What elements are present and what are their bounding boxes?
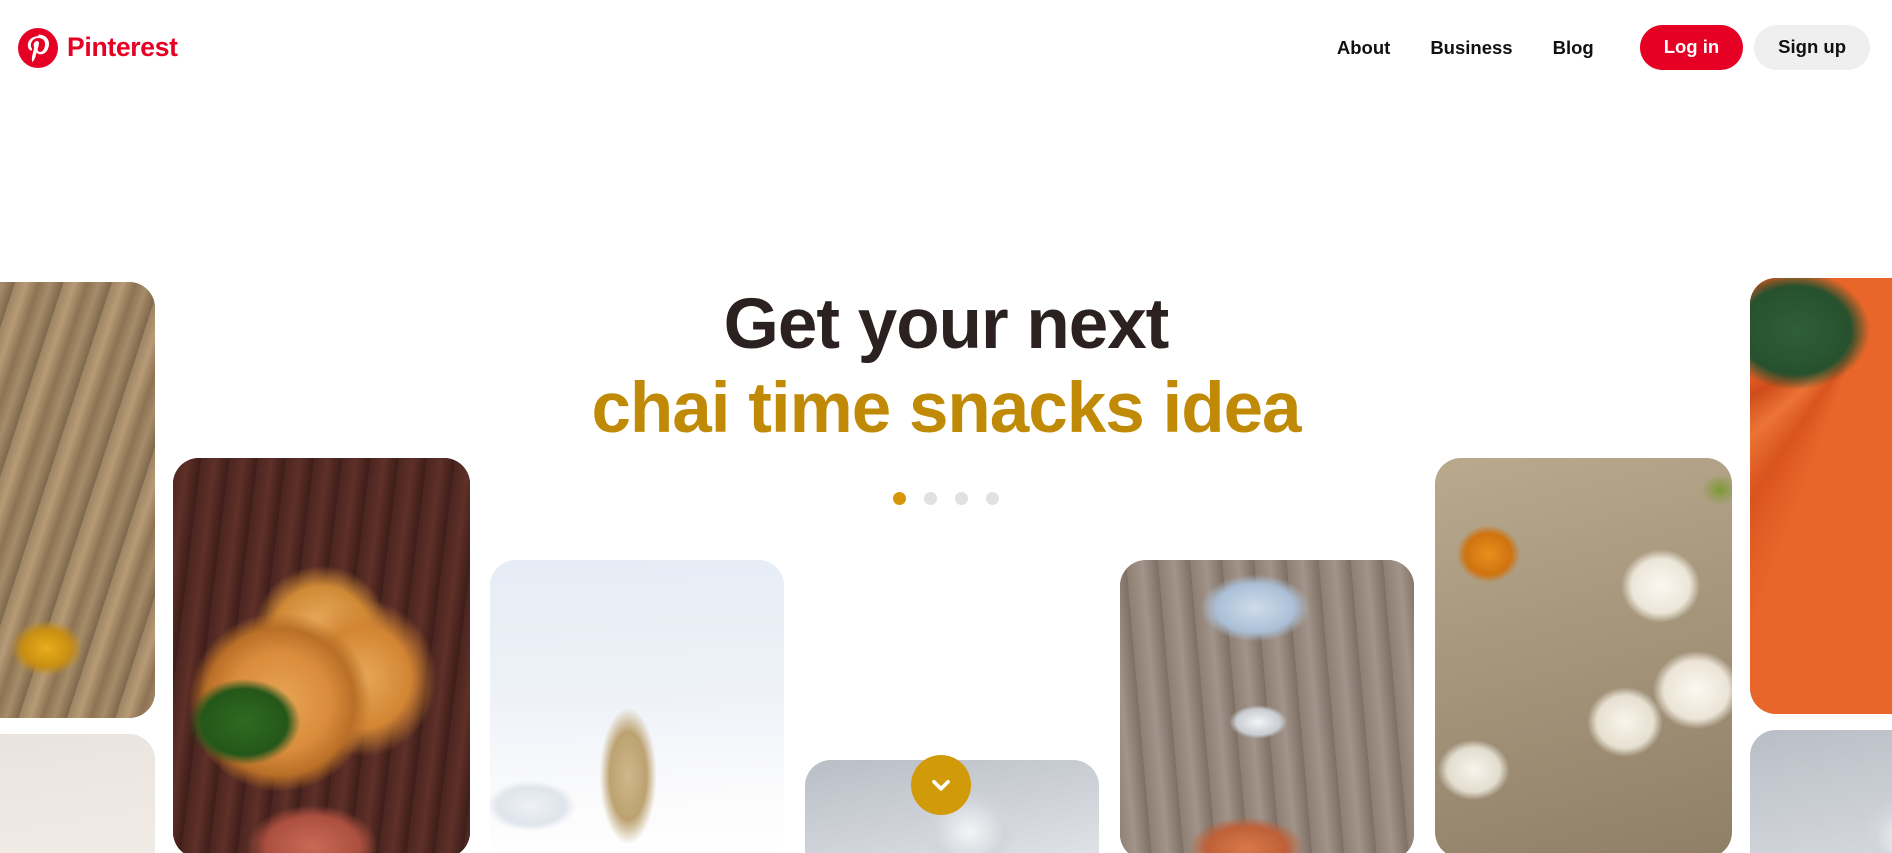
primary-nav: About Business Blog Log in Sign up xyxy=(1317,25,1870,70)
brand-wordmark: Pinterest xyxy=(67,32,178,63)
spoon-artwork xyxy=(1120,560,1414,853)
pinterest-logo-icon xyxy=(18,27,58,68)
hero-copy: Get your next chai time snacks idea xyxy=(396,285,1496,506)
carousel-dot-3[interactable] xyxy=(955,492,968,506)
idli-artwork xyxy=(1435,458,1732,853)
hero-headline-line2: chai time snacks idea xyxy=(591,368,1301,448)
tile-spoon-on-tray[interactable] xyxy=(1120,560,1414,853)
hero-section: Get your next chai time snacks idea xyxy=(0,0,1892,853)
tile-metal-grater[interactable] xyxy=(1750,730,1892,853)
hero-headline-line1: Get your next xyxy=(723,285,1170,364)
tile-chai-latte-on-wood[interactable] xyxy=(0,282,155,718)
granola-artwork xyxy=(490,560,784,853)
chevron-down-icon xyxy=(928,772,954,798)
bread-artwork xyxy=(0,734,155,853)
tile-samosa-with-chutney[interactable] xyxy=(173,458,470,853)
carousel-dot-2[interactable] xyxy=(924,492,937,506)
tile-idli-with-sambar[interactable] xyxy=(1435,458,1732,853)
tile-bread-pale-closeup[interactable] xyxy=(0,734,155,853)
nav-link-blog[interactable]: Blog xyxy=(1533,27,1614,69)
chai-latte-artwork xyxy=(0,282,155,718)
signup-button[interactable]: Sign up xyxy=(1754,25,1870,70)
carousel-dot-1[interactable] xyxy=(893,492,906,506)
grater-artwork xyxy=(1750,730,1892,853)
tile-grilled-sandwich-on-teal[interactable] xyxy=(1750,278,1892,714)
nav-link-about[interactable]: About xyxy=(1317,27,1410,69)
sandwich-artwork xyxy=(1750,278,1892,714)
site-header: Pinterest About Business Blog Log in Sig… xyxy=(0,0,1892,95)
samosa-artwork xyxy=(173,458,470,853)
tile-granola-cookie-stack[interactable] xyxy=(490,560,784,853)
scroll-down-button[interactable] xyxy=(911,755,971,815)
pinterest-brand-home-link[interactable]: Pinterest xyxy=(18,27,178,68)
login-button[interactable]: Log in xyxy=(1639,25,1744,70)
carousel-dots xyxy=(396,492,1496,506)
carousel-dot-4[interactable] xyxy=(986,492,999,506)
nav-link-business[interactable]: Business xyxy=(1410,27,1532,69)
